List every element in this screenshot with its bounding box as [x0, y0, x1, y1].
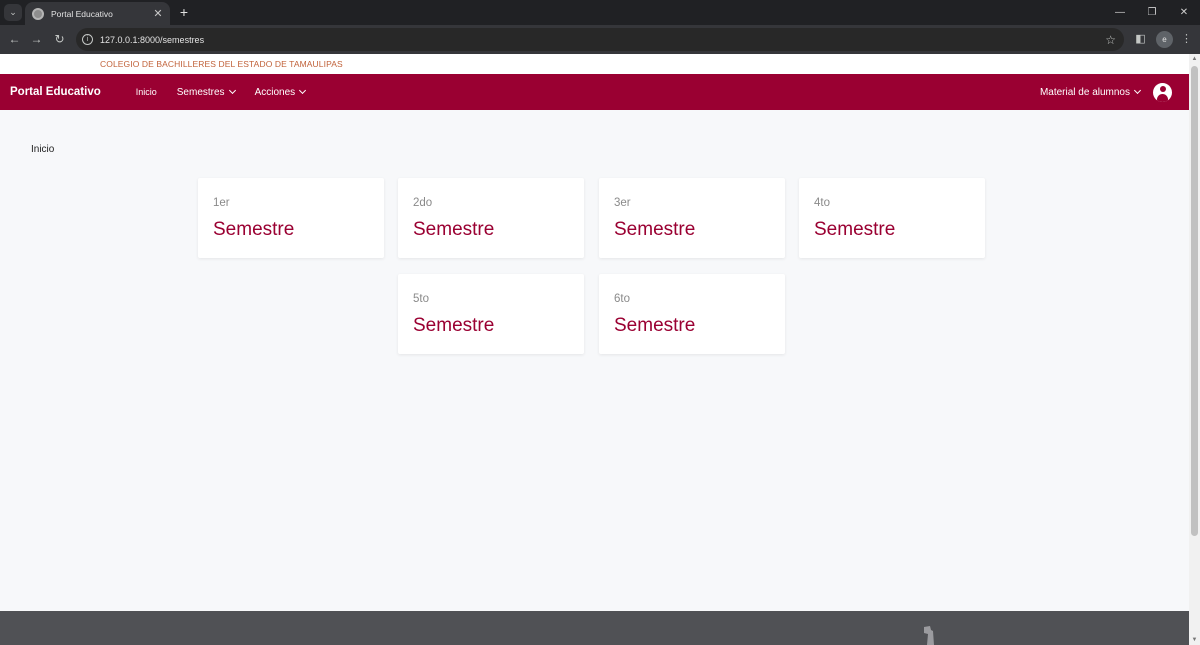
- chevron-down-icon: [299, 86, 307, 95]
- sidebar-icon[interactable]: ◧: [1132, 31, 1149, 48]
- tab-close-icon[interactable]: ✕: [150, 7, 166, 20]
- window-controls: — ❐ ✕: [1104, 0, 1200, 25]
- page-scrollbar[interactable]: ▲ ▼: [1189, 54, 1200, 645]
- card-number: 1er: [213, 197, 230, 209]
- nav-home[interactable]: Inicio: [136, 87, 157, 97]
- star-icon[interactable]: ☆: [1105, 33, 1116, 47]
- minimize-icon[interactable]: —: [1104, 0, 1136, 25]
- semester-card-3[interactable]: 3er Semestre: [599, 178, 785, 258]
- user-menu-label: Material de alumnos: [1039, 86, 1130, 98]
- semester-card-1[interactable]: 1er Semestre: [198, 178, 384, 258]
- browser-tab-bar: ⌄ Portal Educativo ✕ + — ❐ ✕: [0, 0, 1200, 25]
- semester-card-4[interactable]: 4to Semestre: [799, 178, 985, 258]
- back-icon[interactable]: ←: [6, 31, 23, 48]
- semester-cards: 1er Semestre 2do Semestre 3er Semestre 4…: [198, 178, 986, 358]
- favicon-icon: [32, 7, 44, 20]
- card-number: 6to: [614, 293, 630, 305]
- scroll-up-icon[interactable]: ▲: [1189, 54, 1200, 64]
- page-footer: [0, 611, 1189, 645]
- close-window-icon[interactable]: ✕: [1168, 0, 1200, 25]
- user-menu-dropdown[interactable]: Material de alumnos: [1039, 86, 1142, 98]
- nav-semesters-label: Semestres: [176, 86, 225, 98]
- chevron-down-icon: [228, 86, 236, 95]
- maximize-icon[interactable]: ❐: [1136, 0, 1168, 25]
- nav-actions-label: Acciones: [254, 86, 296, 98]
- brand-link[interactable]: Portal Educativo: [10, 86, 101, 98]
- semester-card-2[interactable]: 2do Semestre: [398, 178, 584, 258]
- tab-title: Portal Educativo: [51, 8, 113, 19]
- nav-actions-dropdown[interactable]: Acciones: [254, 86, 307, 98]
- new-tab-button[interactable]: +: [176, 4, 192, 20]
- address-url[interactable]: 127.0.0.1:8000/semestres: [100, 35, 1105, 45]
- card-title: Semestre: [213, 219, 295, 240]
- profile-avatar[interactable]: e: [1156, 31, 1173, 48]
- scroll-down-icon[interactable]: ▼: [1189, 635, 1200, 645]
- card-title: Semestre: [814, 219, 896, 240]
- semester-card-5[interactable]: 5to Semestre: [398, 274, 584, 354]
- reload-icon[interactable]: ↻: [51, 31, 68, 48]
- tab-search-icon[interactable]: ⌄: [4, 4, 22, 21]
- nav-home-label: Inicio: [135, 87, 157, 97]
- user-circle-icon[interactable]: [1153, 82, 1172, 102]
- card-number: 3er: [614, 197, 631, 209]
- browser-toolbar: ← → ↻ i 127.0.0.1:8000/semestres ☆ ◧ e ⋮: [0, 25, 1200, 54]
- card-title: Semestre: [614, 219, 696, 240]
- card-number: 5to: [413, 293, 429, 305]
- card-number: 2do: [413, 197, 433, 209]
- institution-name: COLEGIO DE BACHILLERES DEL ESTADO DE TAM…: [100, 59, 343, 69]
- chevron-down-icon: [1133, 86, 1142, 95]
- info-icon[interactable]: i: [82, 34, 93, 45]
- card-number: 4to: [814, 197, 830, 209]
- card-title: Semestre: [413, 219, 495, 240]
- card-title: Semestre: [614, 315, 696, 336]
- nav-semesters-dropdown[interactable]: Semestres: [176, 86, 236, 98]
- breadcrumb[interactable]: Inicio: [31, 144, 54, 155]
- semester-card-6[interactable]: 6to Semestre: [599, 274, 785, 354]
- page-viewport: COLEGIO DE BACHILLERES DEL ESTADO DE TAM…: [0, 54, 1189, 645]
- menu-dots-icon[interactable]: ⋮: [1178, 31, 1195, 48]
- scroll-thumb[interactable]: [1191, 66, 1198, 536]
- main-navbar: Portal Educativo Inicio Semestres Accion…: [0, 74, 1189, 110]
- footer-logo-icon: [924, 626, 934, 645]
- address-bar[interactable]: i 127.0.0.1:8000/semestres ☆: [76, 28, 1124, 51]
- card-title: Semestre: [413, 315, 495, 336]
- browser-tab[interactable]: Portal Educativo ✕: [25, 2, 170, 25]
- institution-bar: COLEGIO DE BACHILLERES DEL ESTADO DE TAM…: [0, 54, 1189, 74]
- forward-icon[interactable]: →: [28, 31, 45, 48]
